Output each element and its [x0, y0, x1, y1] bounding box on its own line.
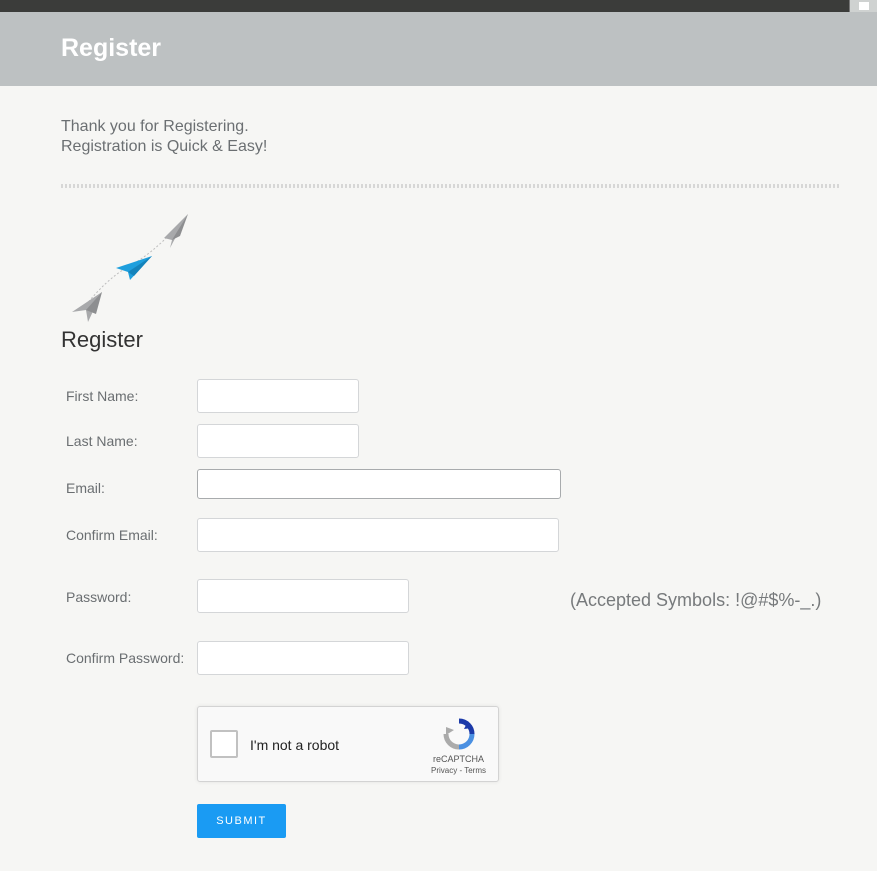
paper-planes-icon	[72, 214, 188, 322]
password-hint: (Accepted Symbols: !@#$%-_.)	[570, 590, 822, 610]
page-banner: Register	[0, 12, 877, 86]
recaptcha-checkbox[interactable]	[210, 730, 238, 758]
recaptcha-widget: I'm not a robot reCAPTCHA Privacy - Term…	[197, 706, 499, 782]
recaptcha-logo-icon	[443, 718, 475, 750]
email-label: Email:	[66, 480, 105, 496]
confirm-email-label: Confirm Email:	[66, 527, 158, 543]
paper-plane-gray-top	[164, 214, 188, 248]
confirm-password-label: Confirm Password:	[66, 650, 185, 666]
last-name-input[interactable]	[197, 424, 359, 458]
first-name-label: First Name:	[66, 388, 139, 404]
email-input[interactable]	[197, 469, 561, 499]
first-name-input[interactable]	[197, 379, 359, 413]
last-name-label: Last Name:	[66, 433, 138, 449]
intro-line-1: Thank you for Registering.	[61, 118, 249, 135]
confirm-password-input[interactable]	[197, 641, 409, 675]
paper-plane-gray-bottom	[72, 292, 102, 322]
paper-plane-blue	[116, 256, 152, 280]
menu-toggle-button[interactable]	[849, 0, 877, 12]
divider	[61, 184, 840, 188]
intro-line-2: Registration is Quick & Easy!	[61, 138, 268, 155]
recaptcha-privacy-terms-link[interactable]: Privacy - Terms	[416, 766, 501, 775]
confirm-email-input[interactable]	[197, 518, 559, 552]
recaptcha-label: I'm not a robot	[250, 737, 340, 753]
page-title: Register	[61, 34, 162, 62]
password-label: Password:	[66, 589, 132, 605]
submit-button[interactable]: SUBMIT	[197, 804, 286, 838]
section-title: Register	[61, 327, 143, 352]
recaptcha-brand: reCAPTCHA	[432, 754, 484, 764]
password-input[interactable]	[197, 579, 409, 613]
intro-text: Thank you for Registering. Registration …	[61, 117, 267, 157]
top-bar	[0, 0, 877, 12]
